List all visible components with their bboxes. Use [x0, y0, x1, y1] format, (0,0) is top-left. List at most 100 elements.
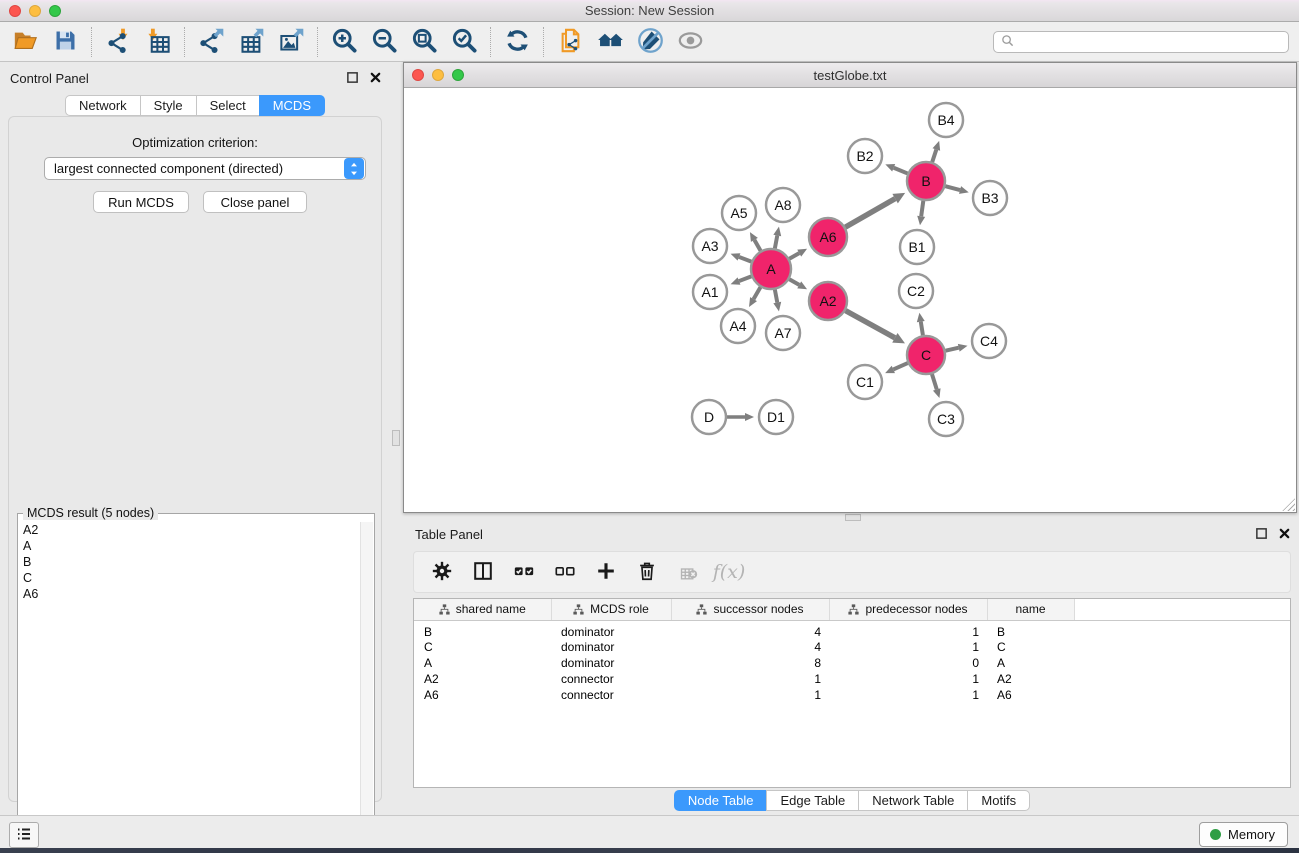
hide-graphics-details-button[interactable] — [633, 26, 667, 58]
graph-edge-A2-C[interactable] — [846, 311, 905, 344]
graph-node-B[interactable]: B — [907, 162, 945, 200]
criterion-dropdown[interactable]: largest connected component (directed) — [44, 157, 366, 180]
export-image-button[interactable] — [274, 26, 308, 58]
import-table-button[interactable] — [141, 26, 175, 58]
graph-node-D1[interactable]: D1 — [759, 400, 793, 434]
graph-node-A7[interactable]: A7 — [766, 316, 800, 350]
graph-node-A8[interactable]: A8 — [766, 188, 800, 222]
graph-node-A3[interactable]: A3 — [693, 229, 727, 263]
unselect-all-columns-button[interactable] — [553, 560, 577, 584]
home-button[interactable] — [593, 26, 627, 58]
graph-node-C[interactable]: C — [907, 336, 945, 374]
graph-node-D[interactable]: D — [692, 400, 726, 434]
graph-edge-C-C3[interactable] — [932, 374, 941, 398]
settings-button[interactable] — [430, 560, 454, 584]
graph-edge-B-B2[interactable] — [885, 164, 907, 173]
window-resize-grip[interactable] — [1282, 498, 1295, 511]
table-row-A6[interactable]: A6connector11A6 — [414, 687, 1290, 703]
float-panel-icon[interactable] — [1255, 527, 1268, 540]
network-canvas[interactable]: A A1 A3A5 A8 A4 A7 A6 A2 B B2 B4 B3 B1 C C2 C4 C1 C3 D D1 — [404, 88, 1296, 512]
graph-node-C2[interactable]: C2 — [899, 274, 933, 308]
graph-node-A5[interactable]: A5 — [722, 196, 756, 230]
graph-node-B1[interactable]: B1 — [900, 230, 934, 264]
graph-edge-C-C1[interactable] — [885, 363, 908, 373]
graph-edge-A-A4[interactable] — [749, 287, 760, 307]
save-session-button[interactable] — [48, 26, 82, 58]
graph-node-A[interactable]: A — [751, 249, 791, 289]
table-row-C[interactable]: Cdominator41C — [414, 639, 1290, 655]
vertical-splitter-handle[interactable] — [392, 430, 400, 446]
graph-node-C3[interactable]: C3 — [929, 402, 963, 436]
new-network-from-selection-button[interactable] — [553, 26, 587, 58]
run-mcds-button[interactable]: Run MCDS — [93, 191, 189, 213]
mcds-result-item[interactable]: C — [19, 570, 360, 586]
delete-column-button[interactable] — [635, 560, 659, 584]
search-field[interactable] — [993, 31, 1289, 53]
graph-edge-A-A3[interactable] — [731, 253, 752, 261]
graph-edge-A6-B[interactable] — [845, 193, 905, 227]
graph-edge-A-A1[interactable] — [731, 276, 752, 284]
graph-node-B2[interactable]: B2 — [848, 139, 882, 173]
tab-mcds[interactable]: MCDS — [259, 95, 325, 116]
mcds-result-item[interactable]: A6 — [19, 586, 360, 602]
show-graphics-details-button[interactable] — [673, 26, 707, 58]
task-history-button[interactable] — [9, 822, 39, 848]
search-input[interactable] — [1018, 33, 1288, 51]
graph-edge-B-B4[interactable] — [932, 141, 940, 162]
mcds-result-scrollbar[interactable] — [360, 522, 373, 851]
column-header-successor-nodes[interactable]: successor nodes — [671, 599, 829, 620]
graph-node-B3[interactable]: B3 — [973, 181, 1007, 215]
horizontal-splitter-handle[interactable] — [845, 514, 861, 521]
graph-edge-A-A2[interactable] — [789, 279, 807, 289]
graph-node-C1[interactable]: C1 — [848, 365, 882, 399]
graph-node-A4[interactable]: A4 — [721, 309, 755, 343]
graph-node-A2[interactable]: A2 — [809, 282, 847, 320]
memory-button[interactable]: Memory — [1199, 822, 1288, 847]
graph-edge-A-A7[interactable] — [773, 290, 781, 312]
graph-edge-A-A8[interactable] — [773, 227, 781, 249]
export-network-button[interactable] — [194, 26, 228, 58]
mcds-result-item[interactable]: A2 — [19, 522, 360, 538]
import-network-button[interactable] — [101, 26, 135, 58]
graph-edge-B-B1[interactable] — [917, 201, 925, 225]
graph-node-A6[interactable]: A6 — [809, 218, 847, 256]
table-row-A2[interactable]: A2connector11A2 — [414, 671, 1290, 687]
float-panel-icon[interactable] — [346, 71, 359, 84]
graph-edge-C-C2[interactable] — [917, 313, 925, 336]
graph-edge-A-A6[interactable] — [789, 249, 807, 259]
graph-node-B4[interactable]: B4 — [929, 103, 963, 137]
mcds-result-item[interactable]: A — [19, 538, 360, 554]
close-panel-icon[interactable] — [1278, 527, 1291, 540]
tab-style[interactable]: Style — [140, 95, 197, 116]
tab-select[interactable]: Select — [196, 95, 260, 116]
export-table-button[interactable] — [234, 26, 268, 58]
graph-edge-A-A5[interactable] — [750, 232, 761, 251]
add-column-button[interactable] — [594, 560, 618, 584]
split-panel-button[interactable] — [471, 560, 495, 584]
mcds-result-item[interactable]: B — [19, 554, 360, 570]
refresh-view-button[interactable] — [500, 26, 534, 58]
column-header-MCDS-role[interactable]: MCDS role — [551, 599, 671, 620]
tab-edge-table[interactable]: Edge Table — [766, 790, 859, 811]
close-panel-icon[interactable] — [369, 71, 382, 84]
graph-node-C4[interactable]: C4 — [972, 324, 1006, 358]
table-row-B[interactable]: Bdominator41B — [414, 620, 1290, 639]
graph-node-A1[interactable]: A1 — [693, 275, 727, 309]
graph-edge-D-D1[interactable] — [727, 413, 754, 421]
zoom-out-button[interactable] — [367, 26, 401, 58]
open-file-button[interactable] — [8, 26, 42, 58]
zoom-in-button[interactable] — [327, 26, 361, 58]
zoom-selected-button[interactable] — [447, 26, 481, 58]
column-header-name[interactable]: name — [987, 599, 1074, 620]
column-header-predecessor-nodes[interactable]: predecessor nodes — [829, 599, 987, 620]
tab-network-table[interactable]: Network Table — [858, 790, 968, 811]
table-row-A[interactable]: Adominator80A — [414, 655, 1290, 671]
close-panel-button[interactable]: Close panel — [203, 191, 307, 213]
graph-edge-B-B3[interactable] — [945, 186, 968, 194]
tab-node-table[interactable]: Node Table — [674, 790, 768, 811]
tab-network[interactable]: Network — [65, 95, 141, 116]
tab-motifs[interactable]: Motifs — [967, 790, 1030, 811]
graph-edge-C-C4[interactable] — [946, 344, 968, 352]
select-all-columns-button[interactable] — [512, 560, 536, 584]
column-header-shared-name[interactable]: shared name — [414, 599, 551, 620]
